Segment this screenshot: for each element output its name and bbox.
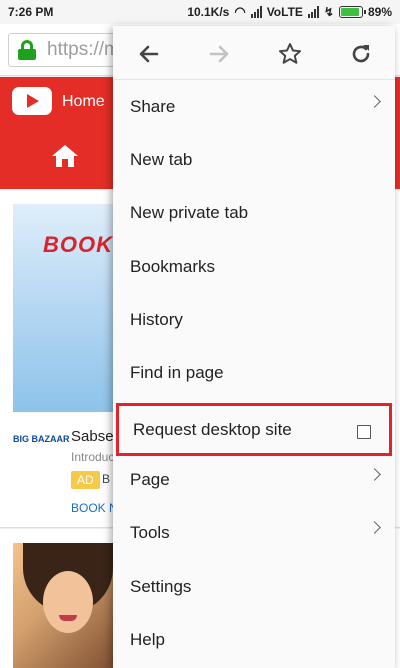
menu-item-help[interactable]: Help (113, 613, 395, 666)
video-thumbnail[interactable] (13, 543, 123, 668)
url-text: https://m (47, 39, 120, 60)
status-indicators: 10.1K/s ◠ VoLTE ↯ 89% (187, 4, 392, 20)
menu-item-label: History (130, 309, 183, 329)
menu-item-request-desktop-site[interactable]: Request desktop site (116, 403, 392, 456)
menu-item-label: Help (130, 629, 165, 649)
chevron-right-icon (368, 468, 381, 481)
menu-item-bookmarks[interactable]: Bookmarks (113, 240, 395, 293)
menu-item-share[interactable]: Share (113, 80, 395, 133)
back-arrow-icon[interactable] (129, 34, 169, 74)
menu-item-new-tab[interactable]: New tab (113, 133, 395, 186)
card-title[interactable]: Sabse (71, 428, 114, 445)
wifi-icon: ◠ (234, 4, 246, 19)
ad-badge: AD (71, 471, 100, 489)
chevron-right-icon (368, 95, 381, 108)
lock-icon (17, 40, 37, 60)
advertiser-logo: BIG BAZAAR (13, 434, 70, 444)
youtube-home-label[interactable]: Home (62, 93, 105, 111)
menu-item-label: Request desktop site (133, 419, 292, 439)
ad-banner-image[interactable]: BOOK (13, 204, 123, 412)
menu-item-label: New private tab (130, 202, 249, 222)
reload-icon[interactable] (341, 34, 381, 74)
menu-item-new-private-tab[interactable]: New private tab (113, 186, 395, 239)
charging-icon: ↯ (323, 5, 334, 19)
menu-item-label: Bookmarks (130, 256, 216, 276)
battery-percent: 89% (367, 5, 392, 19)
menu-item-label: Share (130, 96, 176, 116)
chevron-right-icon (368, 521, 381, 534)
home-icon[interactable] (52, 145, 78, 167)
card-intro: Introduc (71, 450, 115, 464)
desktop-site-checkbox[interactable] (357, 425, 371, 439)
banner-text: BOOK (43, 232, 113, 257)
status-bar: 7:26 PM 10.1K/s ◠ VoLTE ↯ 89% (0, 0, 400, 24)
bookmark-star-icon[interactable] (270, 34, 310, 74)
network-type: VoLTE (266, 5, 303, 19)
status-time: 7:26 PM (8, 5, 54, 19)
menu-item-label: Page (130, 469, 170, 489)
menu-item-history[interactable]: History (113, 293, 395, 346)
network-speed: 10.1K/s (187, 5, 230, 19)
menu-toolbar (113, 26, 395, 80)
cta-link[interactable]: BOOK N (71, 501, 118, 515)
menu-item-find-in-page[interactable]: Find in page (113, 346, 395, 399)
menu-item-label: New tab (130, 149, 193, 169)
signal-icon (250, 6, 262, 18)
signal-icon-2 (307, 6, 319, 18)
menu-item-label: Tools (130, 522, 170, 542)
forward-arrow-icon[interactable] (199, 34, 239, 74)
menu-item-settings[interactable]: Settings (113, 560, 395, 613)
overflow-menu: Share New tab New private tab Bookmarks … (113, 26, 395, 668)
battery-fill (340, 8, 359, 16)
youtube-logo-icon[interactable] (12, 87, 52, 115)
ad-tag: B (102, 472, 111, 486)
menu-item-label: Settings (130, 576, 192, 596)
menu-item-tools[interactable]: Tools (113, 506, 395, 559)
battery-icon (338, 6, 366, 18)
menu-item-label: Find in page (130, 362, 224, 382)
menu-item-page[interactable]: Page (113, 453, 395, 506)
